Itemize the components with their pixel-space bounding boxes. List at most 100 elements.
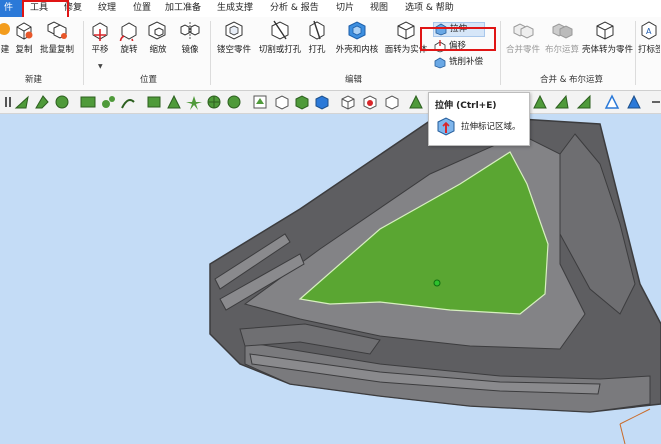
cut-punch-label: 切割或打孔 [258, 45, 302, 55]
mark-wave-icon[interactable] [226, 94, 242, 110]
scale-label: 缩放 [149, 45, 167, 55]
rotate-icon [119, 22, 137, 41]
3d-viewport[interactable] [0, 114, 661, 444]
mark-line-icon[interactable] [120, 94, 136, 110]
menu-bar: 件 工具 修复 纹理 位置 加工准备 生成支撑 分析 & 报告 切片 视图 选项… [0, 0, 661, 18]
batch-copy-label: 批量复制 [40, 45, 75, 55]
tab-position[interactable]: 位置 [133, 0, 151, 17]
batch-copy-icon [47, 21, 67, 39]
merge-parts-label: 合并零件 [505, 45, 540, 55]
cube-red-icon[interactable] [362, 94, 378, 110]
separator [210, 21, 211, 85]
scale-icon [148, 21, 166, 40]
translate-label: 平移 [91, 45, 109, 55]
mark-triangle-icon[interactable] [14, 94, 30, 110]
shrink-marking-icon[interactable] [186, 94, 202, 110]
batch-copy-button[interactable]: 批量复制 [40, 19, 74, 55]
3d-model[interactable] [0, 114, 661, 444]
separator [83, 21, 84, 85]
punch-icon [309, 20, 325, 40]
tab-texture[interactable]: 纹理 [98, 0, 116, 17]
print-label-label: 打标签 [638, 45, 660, 55]
trim-fill-label: 铣削补偿 [449, 57, 484, 67]
tooltip-description: 拉伸标记区域。 [461, 122, 521, 132]
shell-core-icon [348, 21, 366, 40]
group-label-edit: 编辑 [345, 75, 363, 85]
ribbon: 建 复制 批量复制 新建 平移 ▼ 旋转 缩放 镜像 位置 镂空零件 切割或打孔… [0, 17, 661, 91]
shell-core-label: 外壳和内核 [335, 45, 379, 55]
mark-fan-icon[interactable] [626, 94, 642, 110]
tab-view[interactable]: 视图 [370, 0, 388, 17]
merge-parts-icon [513, 23, 534, 39]
shell-core-button[interactable]: 外壳和内核 [334, 19, 380, 55]
trim-fill-button[interactable]: 铣削补偿 [433, 56, 491, 69]
group-label-boolean: 合并 & 布尔运算 [540, 75, 604, 85]
triangle-mark-icon[interactable] [408, 94, 424, 110]
hollow-icon [225, 21, 243, 40]
tab-analysis[interactable]: 分析 & 报告 [270, 0, 319, 17]
translate-icon [92, 22, 108, 41]
shell-to-part-label: 壳体转为零件 [582, 45, 634, 55]
mirror-button[interactable]: 镜像 [178, 19, 202, 55]
copy-button[interactable]: 复制 [13, 19, 35, 55]
cut-punch-button[interactable]: 切割或打孔 [258, 19, 302, 55]
separator [500, 21, 501, 85]
pivot-point[interactable] [433, 279, 441, 287]
cube-add-icon[interactable] [294, 94, 310, 110]
shell-to-part-icon [596, 21, 614, 40]
merge-parts-button[interactable]: 合并零件 [505, 19, 541, 55]
mark-shell-icon[interactable] [54, 94, 70, 110]
copy-icon [16, 22, 33, 40]
translate-dropdown-icon[interactable]: ▼ [98, 63, 103, 70]
boolean-label: 布尔运算 [545, 45, 580, 55]
rotate-button[interactable]: 旋转 [117, 19, 141, 55]
scale-button[interactable]: 缩放 [146, 19, 170, 55]
shell-to-part-button[interactable]: 壳体转为零件 [582, 19, 634, 55]
new-part-label: 建 [0, 45, 10, 55]
print-label-button[interactable]: A 打标签 [638, 19, 660, 55]
separator [635, 21, 636, 85]
extrude-tooltip-icon [437, 117, 455, 136]
tooltip-title: 拉伸 (Ctrl+E) [435, 101, 497, 111]
hollow-button[interactable]: 镂空零件 [216, 19, 252, 55]
tab-options-help[interactable]: 选项 & 帮助 [405, 0, 454, 17]
copy-label: 复制 [15, 45, 33, 55]
mark-arrow-icon[interactable] [532, 94, 548, 110]
label-icon: A [641, 21, 657, 40]
tab-slice[interactable]: 切片 [336, 0, 354, 17]
mark-triangle-outline-icon[interactable] [604, 94, 620, 110]
expand-marking-icon[interactable] [166, 94, 182, 110]
translate-button[interactable]: 平移 [88, 19, 112, 55]
axis-indicator [619, 408, 651, 444]
mark-angle-icon[interactable] [576, 94, 592, 110]
trim-fill-icon [434, 57, 446, 69]
punch-button[interactable]: 打孔 [305, 19, 329, 55]
new-part-icon [0, 23, 10, 35]
mark-plane-icon[interactable] [80, 94, 96, 110]
tab-file[interactable]: 件 [0, 0, 22, 17]
surface-to-solid-icon [397, 21, 415, 40]
punch-label: 打孔 [308, 45, 326, 55]
mark-brush-icon[interactable] [100, 94, 116, 110]
new-part-button[interactable]: 建 [0, 19, 12, 55]
tab-support[interactable]: 生成支撑 [217, 0, 253, 17]
svg-text:A: A [646, 27, 652, 36]
boolean-button[interactable]: 布尔运算 [545, 19, 579, 55]
invert-mark-icon[interactable] [252, 94, 268, 110]
cube-outline-icon[interactable] [340, 94, 356, 110]
mark-surface-icon[interactable] [34, 94, 50, 110]
group-label-new: 新建 [25, 75, 43, 85]
mirror-icon [180, 22, 200, 39]
tab-prepare[interactable]: 加工准备 [165, 0, 201, 17]
cut-punch-icon [271, 20, 289, 40]
mark-sphere-icon[interactable] [206, 94, 222, 110]
cube-select-icon[interactable] [314, 94, 330, 110]
hollow-label: 镂空零件 [216, 45, 251, 55]
mirror-label: 镜像 [181, 45, 199, 55]
cube-unmark-icon[interactable] [384, 94, 400, 110]
mark-border-icon[interactable] [146, 94, 162, 110]
mark-flat-icon[interactable] [554, 94, 570, 110]
cube-mark-icon[interactable] [274, 94, 290, 110]
extrude-tooltip: 拉伸 (Ctrl+E) 拉伸标记区域。 [428, 92, 530, 146]
more-tools-icon[interactable] [648, 94, 661, 110]
